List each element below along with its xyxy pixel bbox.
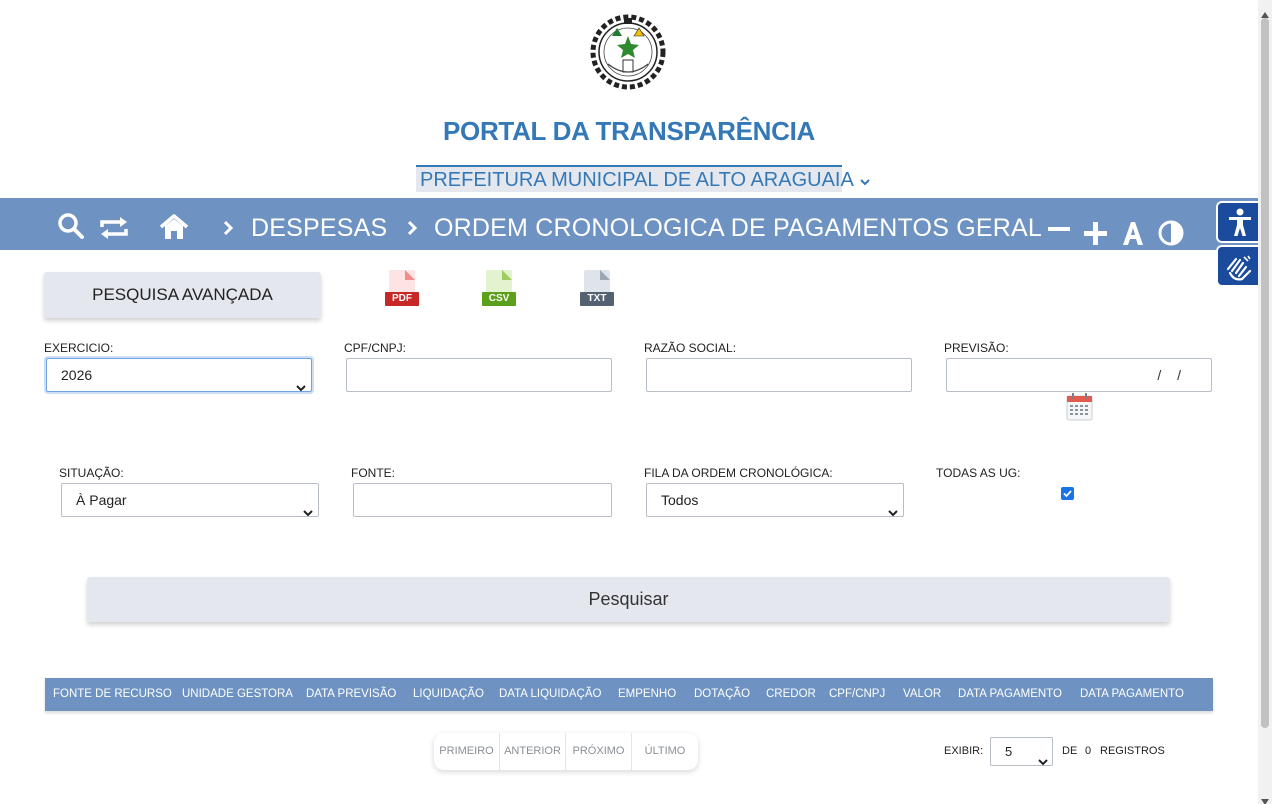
razao-social-label: RAZÃO SOCIAL: bbox=[644, 341, 737, 355]
fila-label: FILA DA ORDEM CRONOLÓGICA: bbox=[644, 466, 833, 480]
font-icon[interactable] bbox=[1121, 220, 1145, 251]
calendar-icon[interactable] bbox=[1066, 393, 1093, 426]
refresh-icon[interactable] bbox=[98, 216, 130, 245]
chevron-down-icon bbox=[860, 173, 870, 189]
exibir-label: EXIBIR: bbox=[944, 745, 984, 757]
previsao-label: PREVISÃO: bbox=[944, 341, 1009, 355]
search-icon[interactable] bbox=[57, 212, 85, 245]
column-header[interactable]: DATA PAGAMENTO bbox=[958, 678, 1062, 711]
page-size-select[interactable]: 5 bbox=[990, 737, 1053, 766]
portal-title: PORTAL DA TRANSPARÊNCIA bbox=[442, 116, 816, 146]
chevron-right-icon bbox=[222, 220, 234, 241]
chevron-down-icon bbox=[1038, 748, 1048, 775]
exercicio-select[interactable]: 2026 bbox=[46, 358, 312, 392]
chevron-down-icon bbox=[888, 496, 898, 528]
exercicio-label: EXERCICIO: bbox=[44, 341, 114, 355]
situacao-label: SITUAÇÃO: bbox=[59, 466, 124, 480]
column-header[interactable]: EMPENHO bbox=[618, 678, 676, 711]
advanced-search-button[interactable]: PESQUISA AVANÇADA bbox=[44, 272, 321, 318]
column-header[interactable]: CPF/CNPJ bbox=[829, 678, 885, 711]
cpf-cnpj-label: CPF/CNPJ: bbox=[344, 341, 407, 355]
chevron-down-icon bbox=[296, 371, 306, 403]
results-table-header: FONTE DE RECURSO UNIDADE GESTORA DATA PR… bbox=[45, 678, 1213, 711]
exercicio-value: 2026 bbox=[61, 367, 93, 383]
last-page-button[interactable]: ÚLTIMO bbox=[632, 733, 698, 770]
home-icon[interactable] bbox=[159, 214, 189, 245]
next-page-button[interactable]: PRÓXIMO bbox=[566, 733, 632, 770]
nav-bar: DESPESAS ORDEM CRONOLOGICA DE PAGAMENTOS… bbox=[0, 198, 1258, 250]
pagination: PRIMEIRO ANTERIOR PRÓXIMO ÚLTIMO bbox=[434, 733, 698, 770]
total-records: 0 bbox=[1085, 745, 1092, 757]
column-header[interactable]: DATA LIQUIDAÇÃO bbox=[499, 678, 601, 711]
chevron-down-icon bbox=[303, 496, 313, 528]
page-size-value: 5 bbox=[1005, 744, 1013, 759]
export-txt-button[interactable]: TXT bbox=[580, 270, 614, 308]
breadcrumb-despesas[interactable]: DESPESAS bbox=[251, 214, 387, 243]
scroll-up-arrow[interactable] bbox=[1261, 5, 1269, 18]
contrast-icon[interactable] bbox=[1158, 220, 1184, 251]
situacao-value: À Pagar bbox=[76, 492, 127, 508]
entity-select-value: PREFEITURA MUNICIPAL DE ALTO ARAGUAIA bbox=[420, 169, 853, 191]
export-pdf-button[interactable]: PDF bbox=[385, 270, 419, 308]
column-header[interactable]: UNIDADE GESTORA bbox=[182, 678, 293, 711]
column-header[interactable]: CREDOR bbox=[766, 678, 816, 711]
accessibility-button[interactable] bbox=[1216, 201, 1258, 243]
column-header[interactable]: LIQUIDAÇÃO bbox=[413, 678, 484, 711]
decrease-font-icon[interactable] bbox=[1047, 220, 1071, 238]
scrollbar-thumb[interactable] bbox=[1261, 18, 1269, 728]
increase-font-icon[interactable] bbox=[1083, 221, 1108, 251]
search-button[interactable]: Pesquisar bbox=[87, 577, 1170, 622]
registros-label: REGISTROS bbox=[1100, 745, 1165, 757]
column-header[interactable]: DATA PREVISÃO bbox=[306, 678, 396, 711]
chevron-right-icon bbox=[406, 220, 418, 241]
fonte-input[interactable] bbox=[353, 483, 612, 517]
sign-language-button[interactable] bbox=[1216, 245, 1258, 287]
previsao-date-input[interactable]: / / bbox=[946, 358, 1212, 392]
first-page-button[interactable]: PRIMEIRO bbox=[434, 733, 500, 770]
column-header[interactable]: DOTAÇÃO bbox=[694, 678, 750, 711]
fila-select[interactable]: Todos bbox=[646, 483, 904, 517]
coat-of-arms-logo bbox=[590, 14, 666, 90]
column-header[interactable]: DATA PAGAMENTO bbox=[1080, 678, 1184, 711]
txt-label: TXT bbox=[580, 292, 614, 306]
csv-label: CSV bbox=[482, 292, 516, 306]
previous-page-button[interactable]: ANTERIOR bbox=[500, 733, 566, 770]
accessibility-icon bbox=[1226, 208, 1254, 243]
breadcrumb-current-page: ORDEM CRONOLOGICA DE PAGAMENTOS GERAL bbox=[434, 214, 1042, 242]
pdf-label: PDF bbox=[385, 292, 419, 306]
sign-language-icon bbox=[1224, 253, 1254, 288]
scroll-down-arrow[interactable] bbox=[1261, 792, 1269, 804]
todas-ug-checkbox[interactable] bbox=[1061, 487, 1074, 500]
situacao-select[interactable]: À Pagar bbox=[61, 483, 319, 517]
export-csv-button[interactable]: CSV bbox=[482, 270, 516, 308]
todas-ug-label: TODAS AS UG: bbox=[936, 466, 1021, 480]
razao-social-input[interactable] bbox=[646, 358, 912, 392]
fonte-label: FONTE: bbox=[351, 466, 395, 480]
entity-select[interactable]: PREFEITURA MUNICIPAL DE ALTO ARAGUAIA bbox=[416, 165, 870, 192]
date-placeholder: / / bbox=[1157, 367, 1187, 383]
page: PORTAL DA TRANSPARÊNCIA PREFEITURA MUNIC… bbox=[0, 0, 1272, 804]
column-header[interactable]: FONTE DE RECURSO bbox=[53, 678, 172, 711]
de-label: DE bbox=[1062, 745, 1078, 757]
fila-value: Todos bbox=[661, 492, 699, 508]
column-header[interactable]: VALOR bbox=[903, 678, 941, 711]
cpf-cnpj-input[interactable] bbox=[346, 358, 612, 392]
